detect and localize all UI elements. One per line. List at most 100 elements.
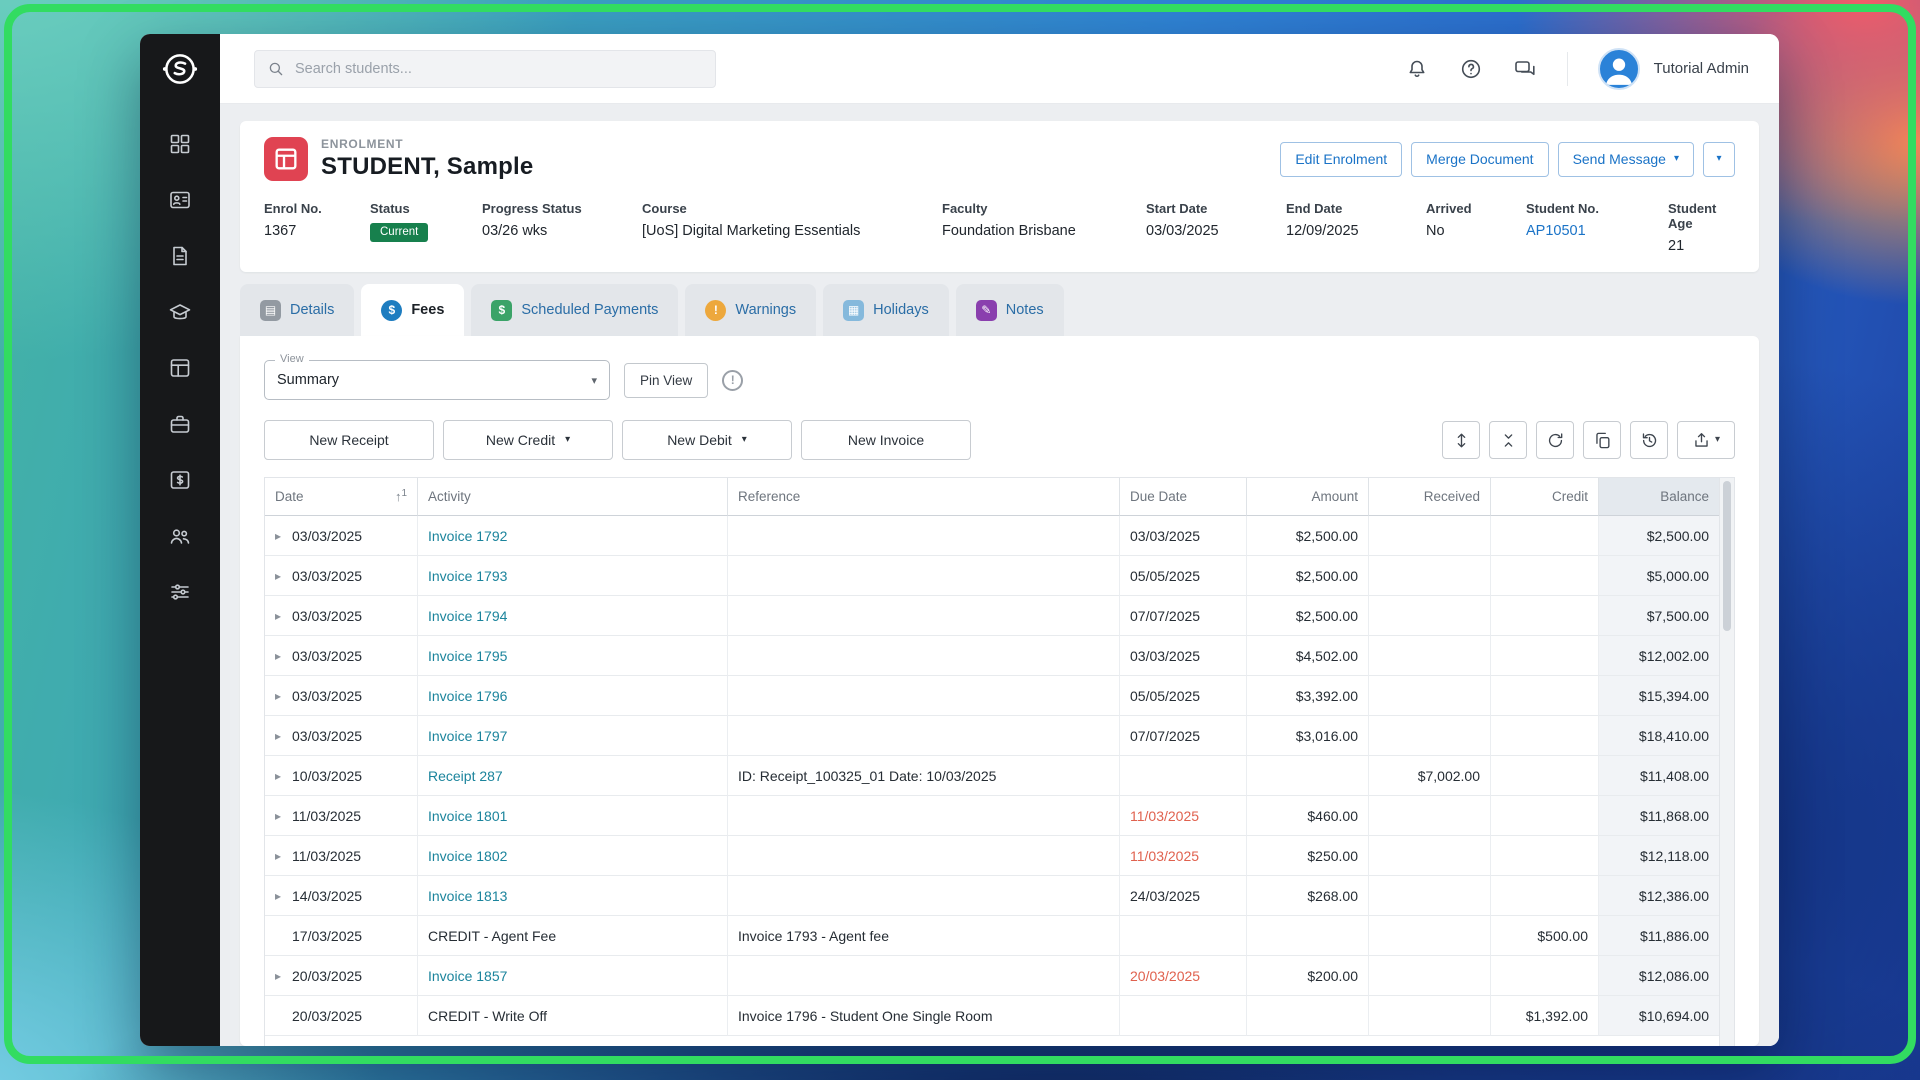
cell-text: $7,002.00 xyxy=(1417,767,1480,784)
table-row[interactable]: 20/03/2025 CREDIT - Write Off Invoice 1796… xyxy=(265,996,1719,1036)
cell-balance: $11,408.00 xyxy=(1599,756,1719,796)
view-select[interactable]: View Summary ▾ xyxy=(264,353,610,400)
new-receipt-button[interactable]: New Receipt xyxy=(264,420,434,460)
caret-down-icon: ▾ xyxy=(741,434,747,445)
help-icon[interactable] xyxy=(1459,57,1483,81)
table-scrollbar[interactable] xyxy=(1720,477,1735,1046)
tab-scheduled-payments[interactable]: $ Scheduled Payments xyxy=(471,284,679,336)
enrolments-icon[interactable] xyxy=(168,356,192,380)
column-header-credit[interactable]: Credit xyxy=(1491,478,1599,516)
table-row[interactable]: ▸ 10/03/2025 Receipt 287 ID: Receipt_100325… xyxy=(265,756,1719,796)
cell-reference xyxy=(728,636,1120,676)
table-row[interactable]: 17/03/2025 CREDIT - Agent Fee Invoice 1793… xyxy=(265,916,1719,956)
more-actions-button[interactable]: ▾ xyxy=(1703,141,1735,177)
cell-date: ▸ 03/03/2025 xyxy=(265,596,418,636)
tab-fees[interactable]: $ Fees xyxy=(361,284,465,336)
activity-link[interactable]: Receipt 287 xyxy=(428,768,503,784)
new-debit-button[interactable]: New Debit ▾ xyxy=(622,420,792,460)
table-row[interactable]: ▸ 03/03/2025 Invoice 1796 05/05/2025 $3,392.… xyxy=(265,676,1719,716)
table-row[interactable]: ▸ 11/03/2025 Invoice 1801 11/03/2025 $460.00… xyxy=(265,796,1719,836)
tab-notes[interactable]: ✎ Notes xyxy=(955,284,1064,336)
row-expand-icon[interactable]: ▸ xyxy=(275,769,292,783)
merge-document-button[interactable]: Merge Document xyxy=(1411,141,1549,177)
table-row[interactable]: ▸ 03/03/2025 Invoice 1797 07/07/2025 $3,016.… xyxy=(265,716,1719,756)
agents-icon[interactable] xyxy=(168,412,192,436)
search-input[interactable] xyxy=(295,60,703,77)
table-row[interactable]: ▸ 11/03/2025 Invoice 1802 11/03/2025 $250.00… xyxy=(265,836,1719,876)
cell-due_date xyxy=(1120,916,1247,956)
column-header-amount[interactable]: Amount xyxy=(1247,478,1369,516)
cell-due_date: 07/07/2025 xyxy=(1120,596,1247,636)
cell-received xyxy=(1369,796,1491,836)
activity-link[interactable]: Invoice 1793 xyxy=(428,568,507,584)
documents-icon[interactable] xyxy=(168,244,192,268)
finance-icon[interactable] xyxy=(168,468,192,492)
table-row[interactable]: ▸ 03/03/2025 Invoice 1793 05/05/2025 $2,500.… xyxy=(265,556,1719,596)
column-header-balance[interactable]: Balance xyxy=(1599,478,1719,516)
messages-icon[interactable] xyxy=(1513,57,1537,81)
column-header-date[interactable]: Date ↑ 1 xyxy=(265,478,418,516)
row-expand-icon[interactable]: ▸ xyxy=(275,969,292,983)
cell-received xyxy=(1369,596,1491,636)
tab-details[interactable]: ▤ Details xyxy=(240,284,355,336)
activity-link[interactable]: Invoice 1792 xyxy=(428,528,507,544)
edit-enrolment-button[interactable]: Edit Enrolment xyxy=(1280,141,1403,177)
send-message-button[interactable]: Send Message ▾ xyxy=(1557,141,1694,177)
table-row[interactable]: ▸ 14/03/2025 Invoice 1813 24/03/2025 $268.00… xyxy=(265,876,1719,916)
activity-link[interactable]: Invoice 1797 xyxy=(428,728,507,744)
dashboard-icon[interactable] xyxy=(168,132,192,156)
export-button[interactable]: ▾ xyxy=(1677,421,1735,459)
column-header-due_date[interactable]: Due Date xyxy=(1120,478,1247,516)
activity-link[interactable]: Invoice 1801 xyxy=(428,808,507,824)
student-no-link[interactable]: AP10501 xyxy=(1526,223,1586,239)
activity-link[interactable]: Invoice 1802 xyxy=(428,848,507,864)
avatar[interactable] xyxy=(1597,47,1640,90)
activity-link[interactable]: Invoice 1795 xyxy=(428,648,507,664)
table-row[interactable]: ▸ 03/03/2025 Invoice 1792 03/03/2025 $2,500.… xyxy=(265,516,1719,556)
sort-indicator[interactable]: ↑ 1 xyxy=(395,489,407,504)
row-expand-icon[interactable]: ▸ xyxy=(275,889,292,903)
row-expand-icon[interactable]: ▸ xyxy=(275,569,292,583)
staff-icon[interactable] xyxy=(168,524,192,548)
info-icon[interactable]: ! xyxy=(722,369,744,391)
row-expand-icon[interactable]: ▸ xyxy=(275,729,292,743)
collapse-rows-button[interactable] xyxy=(1489,421,1527,459)
column-header-reference[interactable]: Reference xyxy=(728,478,1120,516)
student-contacts-icon[interactable] xyxy=(168,188,192,212)
copy-button[interactable] xyxy=(1583,421,1621,459)
row-expand-icon[interactable]: ▸ xyxy=(275,849,292,863)
row-expand-icon[interactable]: ▸ xyxy=(275,649,292,663)
cell-reference: ID: Receipt_100325_01 Date: 10/03/2025 xyxy=(728,756,1120,796)
history-button[interactable] xyxy=(1630,421,1668,459)
tab-warnings[interactable]: ! Warnings xyxy=(685,284,817,336)
row-expand-icon[interactable]: ▸ xyxy=(275,529,292,543)
view-select-value: Summary xyxy=(277,372,340,388)
column-label: Credit xyxy=(1551,489,1588,504)
column-header-activity[interactable]: Activity xyxy=(418,478,728,516)
table-row[interactable]: ▸ 03/03/2025 Invoice 1795 03/03/2025 $4,502.… xyxy=(265,636,1719,676)
activity-link[interactable]: Invoice 1857 xyxy=(428,968,507,984)
pin-view-button[interactable]: Pin View xyxy=(624,362,709,398)
row-expand-icon[interactable]: ▸ xyxy=(275,689,292,703)
button-label: Merge Document xyxy=(1426,151,1534,167)
row-expand-icon[interactable]: ▸ xyxy=(275,809,292,823)
table-row[interactable]: ▸ 03/03/2025 Invoice 1794 07/07/2025 $2,500.… xyxy=(265,596,1719,636)
app-logo[interactable] xyxy=(140,34,220,104)
new-credit-button[interactable]: New Credit ▾ xyxy=(443,420,613,460)
notifications-icon[interactable] xyxy=(1405,57,1429,81)
activity-link[interactable]: Invoice 1794 xyxy=(428,608,507,624)
settings-icon[interactable] xyxy=(168,580,192,604)
refresh-button[interactable] xyxy=(1536,421,1574,459)
column-header-received[interactable]: Received xyxy=(1369,478,1491,516)
new-invoice-button[interactable]: New Invoice xyxy=(801,420,971,460)
activity-link[interactable]: Invoice 1796 xyxy=(428,688,507,704)
courses-icon[interactable] xyxy=(168,300,192,324)
expand-rows-button[interactable] xyxy=(1442,421,1480,459)
tab-holidays[interactable]: ▦ Holidays xyxy=(823,284,949,336)
activity-link[interactable]: Invoice 1813 xyxy=(428,888,507,904)
table-row[interactable]: ▸ 20/03/2025 Invoice 1857 20/03/2025 $200.00… xyxy=(265,956,1719,996)
table-scrollbar-thumb[interactable] xyxy=(1723,481,1731,631)
user-menu[interactable]: Tutorial Admin xyxy=(1597,47,1749,90)
cell-reference xyxy=(728,596,1120,636)
row-expand-icon[interactable]: ▸ xyxy=(275,609,292,623)
